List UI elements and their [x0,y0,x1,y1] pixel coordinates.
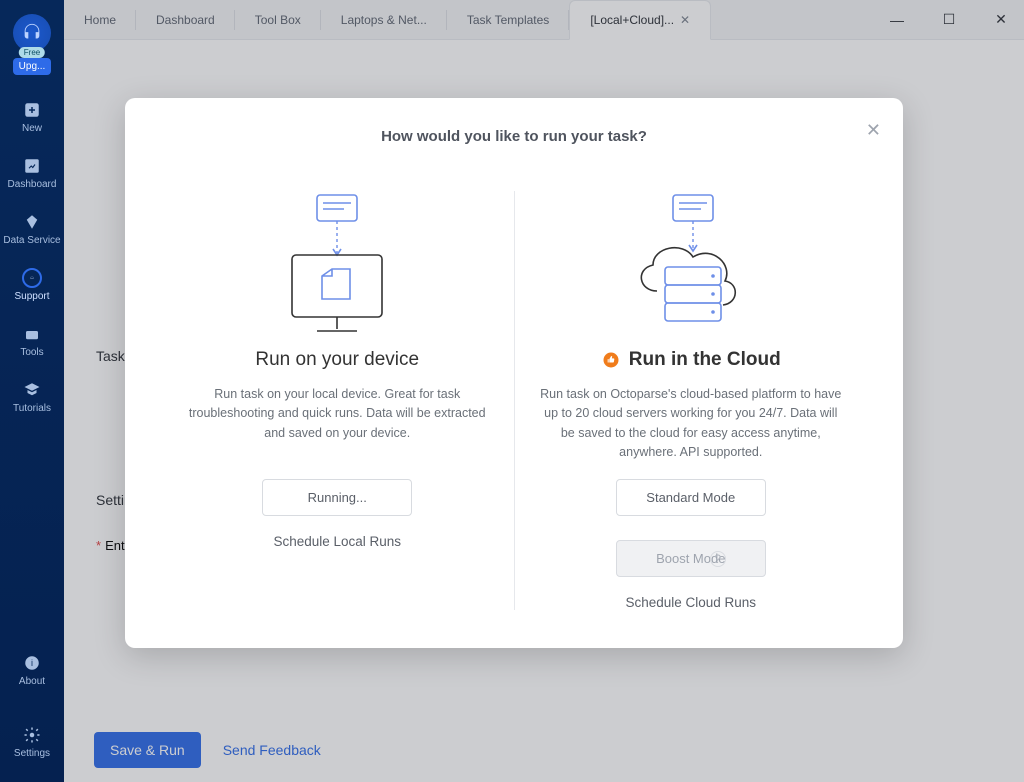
option-desc-cloud: Run task on Octoparse's cloud-based plat… [536,385,846,469]
diamond-icon [22,212,42,232]
device-illustration [272,191,402,341]
sidebar-item-settings[interactable]: Settings [14,725,50,759]
sidebar-item-data-service[interactable]: Data Service [3,212,60,246]
option-desc-local: Run task on your local device. Great for… [182,385,492,469]
sidebar-item-tools[interactable]: Tools [20,324,43,358]
gear-icon [22,725,42,745]
info-icon: i [22,653,42,673]
toolbox-icon [22,324,42,344]
thumbs-up-badge-icon [601,350,621,370]
modal-close-button[interactable]: ✕ [866,120,881,141]
sidebar-label: Dashboard [8,179,57,190]
sidebar: Free Upg... New Dashboard Data Service S… [0,0,64,782]
graduation-icon [22,380,42,400]
avatar[interactable]: Free [13,14,51,52]
sidebar-label: Tools [20,347,43,358]
dashboard-icon [22,156,42,176]
option-run-cloud: Run in the Cloud Run task on Octoparse's… [515,191,868,610]
modal-title: How would you like to run your task? [161,128,867,145]
sidebar-item-about[interactable]: i About [19,653,45,687]
sidebar-label: About [19,676,45,687]
plus-square-icon [22,100,42,120]
sidebar-label: Settings [14,748,50,759]
boost-help-icon[interactable]: ? [710,551,726,567]
running-button[interactable]: Running... [262,479,412,516]
sidebar-label: Support [14,291,49,302]
sidebar-item-dashboard[interactable]: Dashboard [8,156,57,190]
sidebar-item-support[interactable]: Support [14,268,49,302]
headset-icon [21,22,43,44]
boost-mode-button[interactable]: Boost Mode [616,540,766,577]
sidebar-item-tutorials[interactable]: Tutorials [13,380,51,414]
cloud-illustration [621,191,761,341]
schedule-cloud-link[interactable]: Schedule Cloud Runs [625,595,756,610]
svg-text:i: i [31,658,33,668]
sidebar-label: Tutorials [13,403,51,414]
upgrade-button[interactable]: Upg... [13,58,52,75]
option-title-cloud: Run in the Cloud [601,349,781,371]
run-task-modal: How would you like to run your task? ✕ R… [125,98,903,648]
support-icon [22,268,42,288]
plan-badge: Free [19,47,45,58]
option-run-local: Run on your device Run task on your loca… [161,191,514,610]
schedule-local-link[interactable]: Schedule Local Runs [273,534,401,549]
standard-mode-button[interactable]: Standard Mode [616,479,766,516]
sidebar-item-new[interactable]: New [22,100,42,134]
option-title-local: Run on your device [255,349,419,371]
sidebar-label: New [22,123,42,134]
sidebar-label: Data Service [3,235,60,246]
